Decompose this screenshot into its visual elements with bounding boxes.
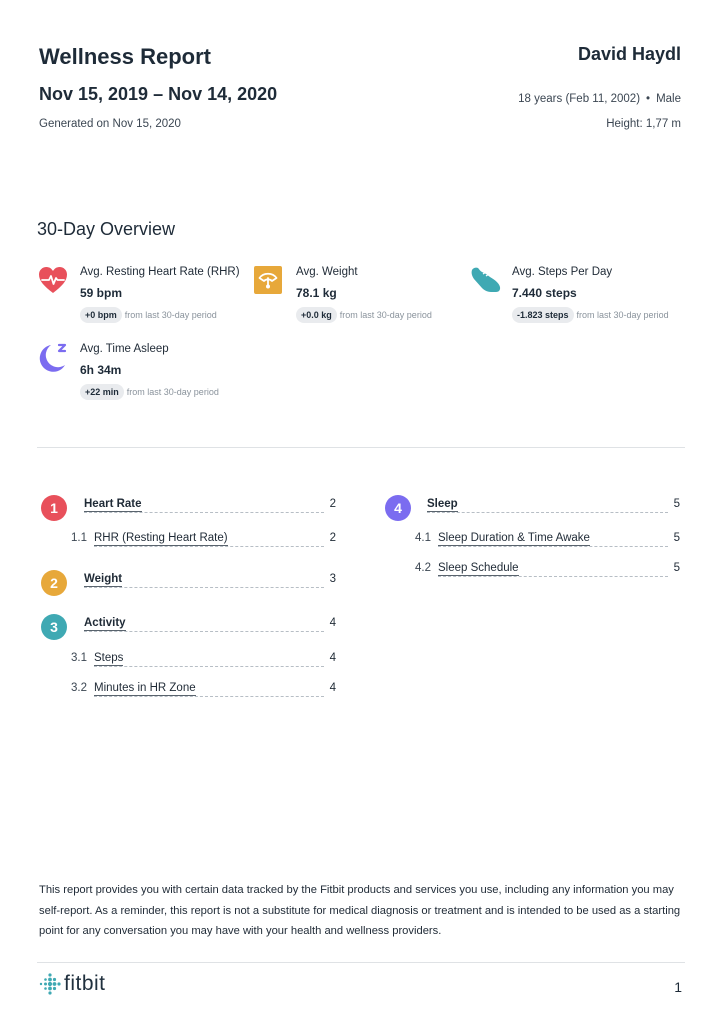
dotted-leader [84,512,324,513]
toc-link[interactable]: Weight [84,573,123,587]
toc-subsection-rhr[interactable]: 1.1 RHR (Resting Heart Rate) 2 [41,532,336,552]
user-height: Height: 1,77 m [606,118,681,130]
metric-delta: +0 bpm from last 30-day period [80,307,217,323]
metric-delta: +0.0 kg from last 30-day period [296,307,432,323]
toc-link[interactable]: Sleep Schedule [438,562,519,576]
toc-subsection-minutes-hr-zone[interactable]: 3.2 Minutes in HR Zone 4 [41,682,336,702]
toc-page-number: 5 [673,562,680,574]
dotted-leader [84,587,324,588]
metric-label: Avg. Weight [296,266,358,278]
toc-subsection-sleep-duration[interactable]: 4.1 Sleep Duration & Time Awake 5 [385,532,680,552]
dotted-leader [94,546,324,547]
user-sex: Male [656,93,681,105]
metric-label: Avg. Time Asleep [80,343,169,355]
heart-rate-icon [38,266,68,296]
metric-value: 6h 34m [80,363,122,377]
toc-subsection-steps[interactable]: 3.1 Steps 4 [41,652,336,672]
dotted-leader [427,512,668,513]
toc-link[interactable]: Heart Rate [84,498,142,512]
toc-section-sleep[interactable]: 4 Sleep 5 [385,495,680,521]
toc-link[interactable]: Sleep [427,498,458,512]
toc-page-number: 3 [329,573,336,585]
fitbit-wordmark: fitbit [64,972,106,995]
disclaimer-text: This report provides you with certain da… [39,884,681,937]
toc-link[interactable]: Steps [94,652,124,666]
user-demographics: 18 years (Feb 11, 2002) • Male [518,93,681,105]
delta-badge: +0 bpm [80,307,122,323]
metric-delta: +22 min from last 30-day period [80,384,219,400]
separator-dot: • [646,93,651,105]
delta-suffix: from last 30-day period [339,310,432,320]
dotted-leader [84,631,324,632]
shoe-icon [470,266,501,296]
metric-value: 7.440 steps [512,286,577,300]
toc-page-number: 4 [329,617,336,629]
footer-divider [37,962,685,963]
toc-page-number: 5 [673,532,680,544]
dotted-leader [94,696,324,697]
dotted-leader [94,666,324,667]
page-number: 1 [674,979,682,995]
toc-page-number: 4 [329,682,336,694]
toc-page-number: 4 [329,652,336,664]
date-range: Nov 15, 2019 – Nov 14, 2020 [39,84,278,104]
metric-label: Avg. Resting Heart Rate (RHR) [80,266,240,278]
delta-badge: +0.0 kg [296,307,337,323]
subsection-number: 3.1 [71,652,87,664]
section-number-badge: 3 [41,614,67,640]
dotted-leader [438,576,668,577]
dotted-leader [438,546,668,547]
toc-section-heart-rate[interactable]: 1 Heart Rate 2 [41,495,336,521]
section-number-badge: 4 [385,495,411,521]
generated-date: Generated on Nov 15, 2020 [39,118,181,130]
toc-page-number: 2 [329,498,336,510]
toc-section-weight[interactable]: 2 Weight 3 [41,570,336,596]
subsection-number: 4.2 [415,562,431,574]
fitbit-dots-icon [39,973,61,995]
toc-link[interactable]: RHR (Resting Heart Rate) [94,532,228,546]
subsection-number: 3.2 [71,682,87,694]
overview-title: 30-Day Overview [37,219,176,239]
section-divider [37,447,685,448]
delta-suffix: from last 30-day period [124,310,217,320]
toc-section-activity[interactable]: 3 Activity 4 [41,614,336,640]
delta-suffix: from last 30-day period [576,310,669,320]
metric-value: 78.1 kg [296,286,337,300]
toc-page-number: 2 [329,532,336,544]
user-name: David Haydl [577,44,681,64]
toc-link[interactable]: Minutes in HR Zone [94,682,196,696]
toc-page-number: 5 [673,498,680,510]
metric-delta: -1.823 steps from last 30-day period [512,307,669,323]
subsection-number: 1.1 [71,532,87,544]
delta-badge: +22 min [80,384,124,400]
user-age: 18 years (Feb 11, 2002) [518,93,641,105]
delta-suffix: from last 30-day period [126,387,219,397]
subsection-number: 4.1 [415,532,431,544]
delta-badge: -1.823 steps [512,307,574,323]
metric-value: 59 bpm [80,286,123,300]
toc-subsection-sleep-schedule[interactable]: 4.2 Sleep Schedule 5 [385,562,680,582]
moon-icon [38,343,68,373]
report-title: Wellness Report [39,44,211,69]
toc-link[interactable]: Sleep Duration & Time Awake [438,532,590,546]
toc-link[interactable]: Activity [84,617,126,631]
scale-icon [254,266,284,296]
metric-label: Avg. Steps Per Day [512,266,613,278]
section-number-badge: 2 [41,570,67,596]
section-number-badge: 1 [41,495,67,521]
